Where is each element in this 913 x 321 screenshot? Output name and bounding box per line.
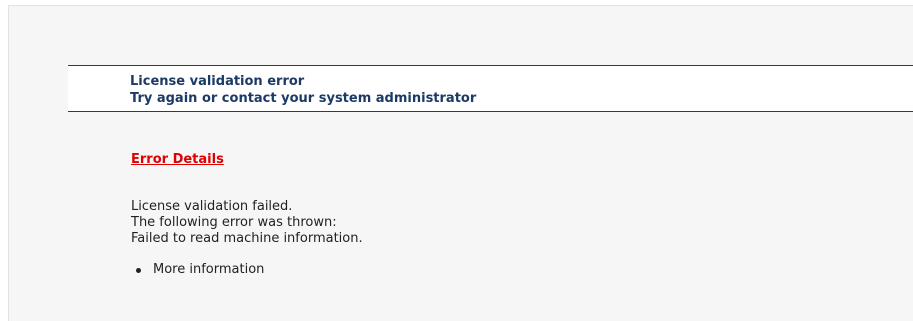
more-information-link[interactable]: More information [153, 262, 264, 278]
error-title: License validation error [130, 74, 305, 89]
error-detail-line-1: License validation failed. [131, 199, 293, 214]
error-subtitle: Try again or contact your system adminis… [130, 91, 477, 106]
error-detail-line-2: The following error was thrown: [131, 215, 337, 230]
error-detail-line-3: Failed to read machine information. [131, 231, 363, 246]
more-information-item: More information [131, 262, 264, 278]
error-details-link[interactable]: Error Details [131, 152, 224, 168]
bullet-icon [136, 267, 141, 273]
